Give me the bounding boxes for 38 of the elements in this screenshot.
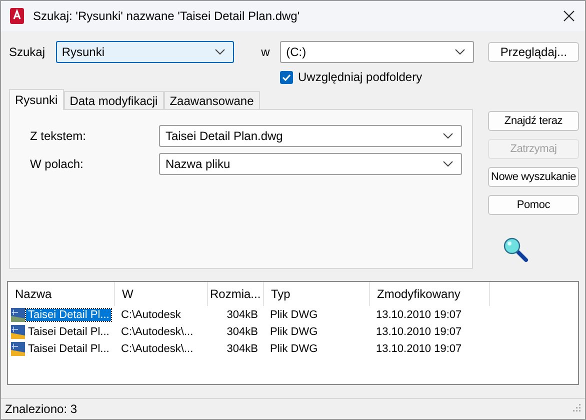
table-cell-text: C:\Autodesk xyxy=(120,308,182,320)
table-cell-text: 13.10.2010 19:07 xyxy=(375,342,463,354)
table-cell[interactable]: Taisei Detail Pl... xyxy=(26,342,112,354)
tab[interactable]: Data modyfikacji xyxy=(64,91,164,109)
column-header[interactable]: Rozmia... xyxy=(208,282,264,306)
field-label: W polach: xyxy=(29,157,84,171)
status-text: Znaleziono: 3 xyxy=(5,402,78,416)
checkbox-label: Uwzględniaj podfoldery xyxy=(298,70,422,84)
field-label: Z tekstem: xyxy=(29,129,88,143)
tab[interactable]: Zaawansowane xyxy=(164,91,260,109)
table-cell-text: 304kB xyxy=(226,326,259,338)
table-cell-text: Plik DWG xyxy=(269,308,319,320)
column-header[interactable]: Typ xyxy=(264,282,370,306)
table-cell-text: C:\Autodesk\... xyxy=(120,342,194,354)
table-cell-text: C:\Autodesk\... xyxy=(120,326,194,338)
table-cell-text: Plik DWG xyxy=(269,326,319,338)
column-header[interactable]: W xyxy=(115,282,208,306)
browse-button[interactable]: Przeglądaj... xyxy=(488,42,579,62)
table-cell[interactable]: Taisei Detail Pl... xyxy=(26,326,112,338)
search-label: Szukaj xyxy=(8,45,46,59)
table-cell-text: 304kB xyxy=(226,342,259,354)
table-cell-text: 13.10.2010 19:07 xyxy=(375,326,463,338)
window-title: Szukaj: 'Rysunki' nazwane 'Taisei Detail Plan.dwg' xyxy=(33,9,301,23)
action-button[interactable]: Znajdź teraz xyxy=(488,111,579,131)
table-cell-text: 304kB xyxy=(226,308,259,320)
column-header[interactable]: Nazwa xyxy=(8,282,115,306)
table-cell-text: 13.10.2010 19:07 xyxy=(375,308,463,320)
dropdown-field[interactable]: Taisei Detail Plan.dwg xyxy=(159,125,462,147)
tab[interactable]: Rysunki xyxy=(9,89,64,110)
column-header[interactable]: Zmodyfikowany xyxy=(370,282,490,306)
table-cell-text: Plik DWG xyxy=(269,342,319,354)
dropdown-field[interactable]: Nazwa pliku xyxy=(159,153,462,175)
location-dropdown[interactable]: (C:) xyxy=(280,41,474,63)
action-button[interactable]: Pomoc xyxy=(488,195,579,215)
table-cell[interactable]: Taisei Detail Pl... xyxy=(26,308,112,320)
location-label: w xyxy=(260,45,271,59)
search-dropdown[interactable]: Rysunki xyxy=(56,41,234,63)
action-button[interactable]: Nowe wyszukanie xyxy=(488,167,579,187)
